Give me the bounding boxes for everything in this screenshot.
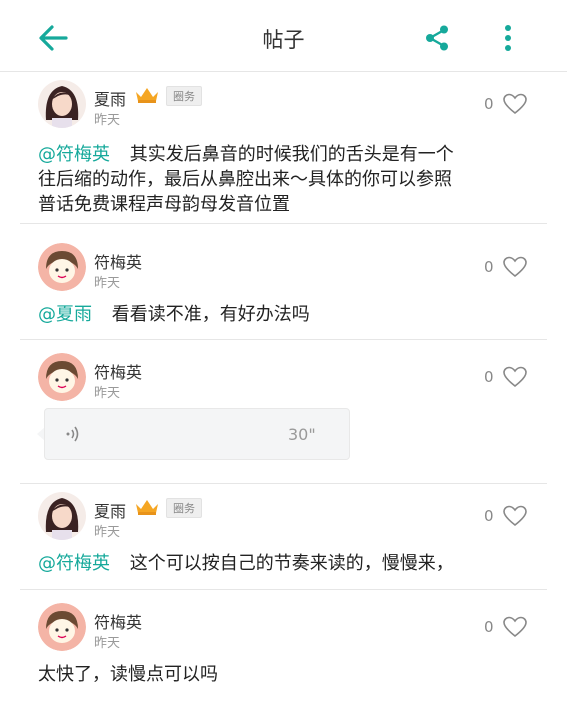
avatar[interactable] [38,80,86,128]
like-count: 0 [484,368,494,386]
like-count: 0 [484,258,494,276]
crown-icon [136,88,158,103]
share-icon[interactable] [424,24,450,52]
crown-icon [136,500,158,515]
avatar[interactable] [38,492,86,540]
mention-link[interactable]: @符梅英 [38,553,110,574]
post-time: 昨天 [94,525,121,540]
page-title: 帖子 [262,28,305,52]
post-divider [20,223,547,224]
avatar[interactable] [38,603,86,651]
avatar[interactable] [38,353,86,401]
heart-icon[interactable] [502,256,528,278]
post-divider [20,339,547,340]
like-count: 0 [484,507,494,525]
top-bar: 帖子 [0,0,567,72]
post-content: @夏雨 看看读不准，有好办法吗 [38,304,310,325]
post-divider [20,589,547,590]
heart-icon[interactable] [502,616,528,638]
avatar[interactable] [38,243,86,291]
username[interactable]: 符梅英 [94,359,142,383]
post-content: @符梅英 其实发后鼻音的时候我们的舌头是有一个 往后缩的动作，最后从鼻腔出来～具… [38,144,454,215]
post-content: @符梅英 这个可以按自己的节奏来读的，慢慢来， [38,553,454,574]
header-divider [0,71,567,72]
status-badge: 圈务 [166,86,202,106]
like-count: 0 [484,95,494,113]
post-time: 昨天 [94,636,121,651]
post-content: 太快了，读慢点可以吗 [38,664,218,685]
post-time: 昨天 [94,113,121,128]
post-time: 昨天 [94,276,121,291]
username[interactable]: 符梅英 [94,249,142,273]
voice-duration: 30" [288,425,316,444]
sound-wave-icon [66,426,79,442]
mention-link[interactable]: @符梅英 [38,144,110,165]
heart-icon[interactable] [502,366,528,388]
heart-icon[interactable] [502,93,528,115]
more-vertical-icon[interactable] [498,24,518,52]
username[interactable]: 夏雨 [94,498,126,522]
username[interactable]: 夏雨 [94,86,126,110]
status-badge: 圈务 [166,498,202,518]
post-time: 昨天 [94,386,121,401]
post-divider [20,483,547,484]
heart-icon[interactable] [502,505,528,527]
username[interactable]: 符梅英 [94,609,142,633]
mention-link[interactable]: @夏雨 [38,304,92,325]
like-count: 0 [484,618,494,636]
